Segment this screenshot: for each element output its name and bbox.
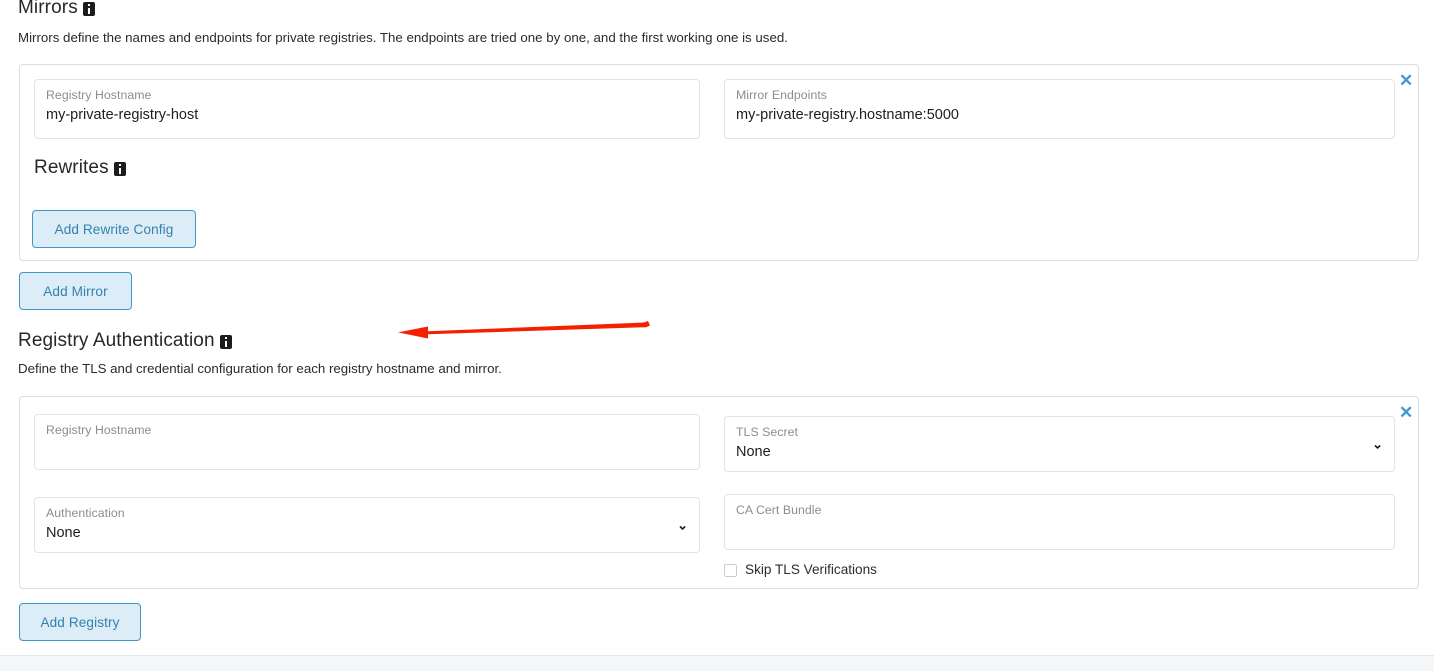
info-icon[interactable] <box>219 335 232 349</box>
mirrors-heading: Mirrors <box>18 0 95 19</box>
mirrors-title: Mirrors <box>18 0 78 18</box>
field-label: Registry Hostname <box>46 423 152 437</box>
mirror-entry-card: Registry Hostname my-private-registry-ho… <box>19 64 1419 261</box>
registry-auth-entry-card: Registry Hostname TLS Secret None ⌄ Auth… <box>19 396 1419 589</box>
registry-auth-description: Define the TLS and credential configurat… <box>18 361 502 376</box>
tls-secret-select[interactable]: TLS Secret None ⌄ <box>724 416 1395 472</box>
field-value: None <box>736 444 771 460</box>
info-icon[interactable] <box>82 2 95 16</box>
field-label: Mirror Endpoints <box>736 88 828 102</box>
chevron-down-icon[interactable]: ⌄ <box>1372 438 1383 451</box>
rewrites-heading: Rewrites <box>34 157 126 179</box>
skip-tls-row[interactable]: Skip TLS Verifications <box>724 562 877 578</box>
remove-registry-button[interactable]: ✕ <box>1399 404 1413 421</box>
mirror-registry-hostname-field[interactable]: Registry Hostname my-private-registry-ho… <box>34 79 700 139</box>
field-value: my-private-registry-host <box>46 107 199 123</box>
field-label: TLS Secret <box>736 425 799 439</box>
mirrors-description: Mirrors define the names and endpoints f… <box>18 30 788 45</box>
rewrites-title: Rewrites <box>34 157 109 178</box>
auth-registry-hostname-field[interactable]: Registry Hostname <box>34 414 700 470</box>
skip-tls-label: Skip TLS Verifications <box>745 562 877 577</box>
mirror-endpoints-field[interactable]: Mirror Endpoints my-private-registry.hos… <box>724 79 1395 139</box>
registry-auth-title: Registry Authentication <box>18 330 215 351</box>
field-label: Authentication <box>46 506 125 520</box>
info-icon[interactable] <box>113 162 126 176</box>
field-value: my-private-registry.hostname:5000 <box>736 107 959 123</box>
authentication-select[interactable]: Authentication None ⌄ <box>34 497 700 553</box>
add-registry-button[interactable]: Add Registry <box>19 603 141 641</box>
registry-settings-page: Mirrors Mirrors define the names and end… <box>0 0 1434 671</box>
remove-mirror-button[interactable]: ✕ <box>1399 72 1413 89</box>
chevron-down-icon[interactable]: ⌄ <box>677 519 688 532</box>
annotation-arrow <box>398 321 650 339</box>
field-label: CA Cert Bundle <box>736 503 822 517</box>
skip-tls-checkbox[interactable] <box>724 563 737 577</box>
footer-bar <box>0 655 1434 671</box>
add-mirror-button[interactable]: Add Mirror <box>19 272 132 310</box>
add-rewrite-config-button[interactable]: Add Rewrite Config <box>32 210 196 248</box>
registry-auth-heading: Registry Authentication <box>18 330 232 352</box>
field-label: Registry Hostname <box>46 88 152 102</box>
field-value: None <box>46 525 81 541</box>
ca-cert-bundle-field[interactable]: CA Cert Bundle <box>724 494 1395 550</box>
